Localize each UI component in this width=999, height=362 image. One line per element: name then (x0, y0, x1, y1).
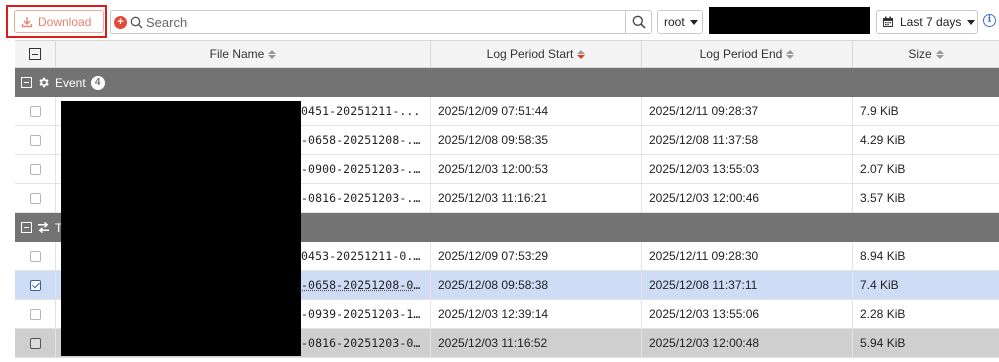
column-header-label: File Name (209, 47, 265, 61)
column-header-label: Log Period Start (486, 47, 574, 61)
row-checkbox[interactable] (29, 337, 41, 349)
log-start-cell: 2025/12/08 09:58:38 (431, 271, 642, 299)
sort-icon (935, 49, 944, 59)
gear-icon (39, 77, 49, 88)
minus-square-icon (29, 48, 41, 60)
size-cell: 3.57 KiB (860, 191, 906, 205)
root-dropdown[interactable]: root (657, 10, 703, 34)
collapse-group-icon[interactable] (21, 222, 32, 233)
download-label: Download (38, 14, 92, 29)
log-end-cell: 2025/12/03 12:00:48 (642, 329, 853, 357)
row-checkbox-checked[interactable] (29, 279, 41, 291)
date-range-label: Last 7 days (900, 15, 962, 29)
size-cell: 8.94 KiB (860, 249, 906, 263)
search-icon (632, 15, 646, 29)
column-header-label: Size (908, 47, 932, 61)
log-end-cell: 2025/12/03 13:55:03 (642, 155, 853, 183)
caret-down-icon (689, 19, 698, 25)
row-checkbox[interactable] (29, 163, 41, 175)
log-start-cell: 2025/12/09 07:53:29 (431, 242, 642, 270)
exchange-arrows-icon (37, 221, 50, 234)
info-icon[interactable]: i (983, 14, 996, 27)
column-header-label: Log Period End (699, 47, 783, 61)
caret-down-icon (967, 19, 976, 25)
column-header-size[interactable]: Size (853, 41, 999, 67)
search-input[interactable] (146, 14, 625, 30)
date-range-dropdown[interactable]: Last 7 days (876, 10, 978, 34)
file-name-cell[interactable]: 3-0900-20251203-... (294, 162, 422, 176)
log-end-cell: 2025/12/08 11:37:11 (642, 271, 853, 299)
file-name-cell[interactable]: 3-0658-20251208-... (294, 133, 422, 147)
log-end-cell: 2025/12/03 12:00:46 (642, 184, 853, 212)
log-start-cell: 2025/12/09 07:51:44 (431, 97, 642, 125)
redacted-area (61, 101, 301, 356)
table-header: File Name Log Period Start Log Period En… (15, 40, 999, 68)
collapse-group-icon[interactable] (21, 77, 32, 88)
sort-descending-icon (577, 49, 586, 59)
row-checkbox[interactable] (29, 308, 41, 320)
add-filter-icon[interactable]: + (114, 15, 127, 29)
log-end-cell: 2025/12/03 13:55:06 (642, 300, 853, 328)
column-header-log-period-end[interactable]: Log Period End (642, 41, 853, 67)
size-cell: 4.29 KiB (860, 133, 906, 147)
file-name-cell[interactable]: 3-0939-20251203-1... (294, 307, 422, 321)
size-cell: 7.9 KiB (860, 104, 899, 118)
row-checkbox[interactable] (29, 192, 41, 204)
size-cell: 5.94 KiB (860, 336, 906, 350)
log-start-cell: 2025/12/08 09:58:35 (431, 126, 642, 154)
download-button[interactable]: Download (14, 10, 104, 33)
column-header-log-period-start[interactable]: Log Period Start (431, 41, 642, 67)
log-end-cell: 2025/12/08 11:37:58 (642, 126, 853, 154)
row-checkbox[interactable] (29, 250, 41, 262)
group-count-badge: 4 (90, 75, 105, 90)
file-name-cell[interactable]: 3-0816-20251203-0... (294, 336, 422, 350)
calendar-icon (883, 16, 893, 27)
log-start-cell: 2025/12/03 12:39:14 (431, 300, 642, 328)
file-name-cell[interactable]: -0453-20251211-0... (294, 249, 422, 263)
file-name-cell[interactable]: 3-0816-20251203-... (294, 191, 422, 205)
sort-icon (786, 49, 795, 59)
group-name: Event (55, 75, 86, 90)
redacted-area (709, 7, 870, 34)
file-name-cell[interactable]: -0451-20251211-... (294, 104, 422, 118)
collapse-all-toggle[interactable] (15, 41, 56, 67)
root-dropdown-label: root (664, 15, 685, 29)
log-start-cell: 2025/12/03 12:00:53 (431, 155, 642, 183)
column-header-file-name[interactable]: File Name (56, 41, 431, 67)
size-cell: 2.07 KiB (860, 162, 906, 176)
size-cell: 7.4 KiB (860, 278, 899, 292)
log-end-cell: 2025/12/11 09:28:37 (642, 97, 853, 125)
toolbar: Download + root (0, 0, 999, 40)
group-row-event[interactable]: Event 4 (15, 68, 999, 97)
row-checkbox[interactable] (29, 134, 41, 146)
file-name-cell[interactable]: 3-0658-20251208-0... (294, 278, 422, 292)
log-start-cell: 2025/12/03 11:16:21 (431, 184, 642, 212)
sort-icon (268, 49, 277, 59)
download-icon (21, 16, 33, 27)
size-cell: 2.28 KiB (860, 307, 906, 321)
log-end-cell: 2025/12/11 09:28:30 (642, 242, 853, 270)
row-checkbox[interactable] (29, 105, 41, 117)
log-start-cell: 2025/12/03 11:16:52 (431, 329, 642, 357)
search-icon (130, 16, 143, 28)
search-bar: + (110, 10, 652, 34)
search-submit-button[interactable] (625, 11, 651, 33)
